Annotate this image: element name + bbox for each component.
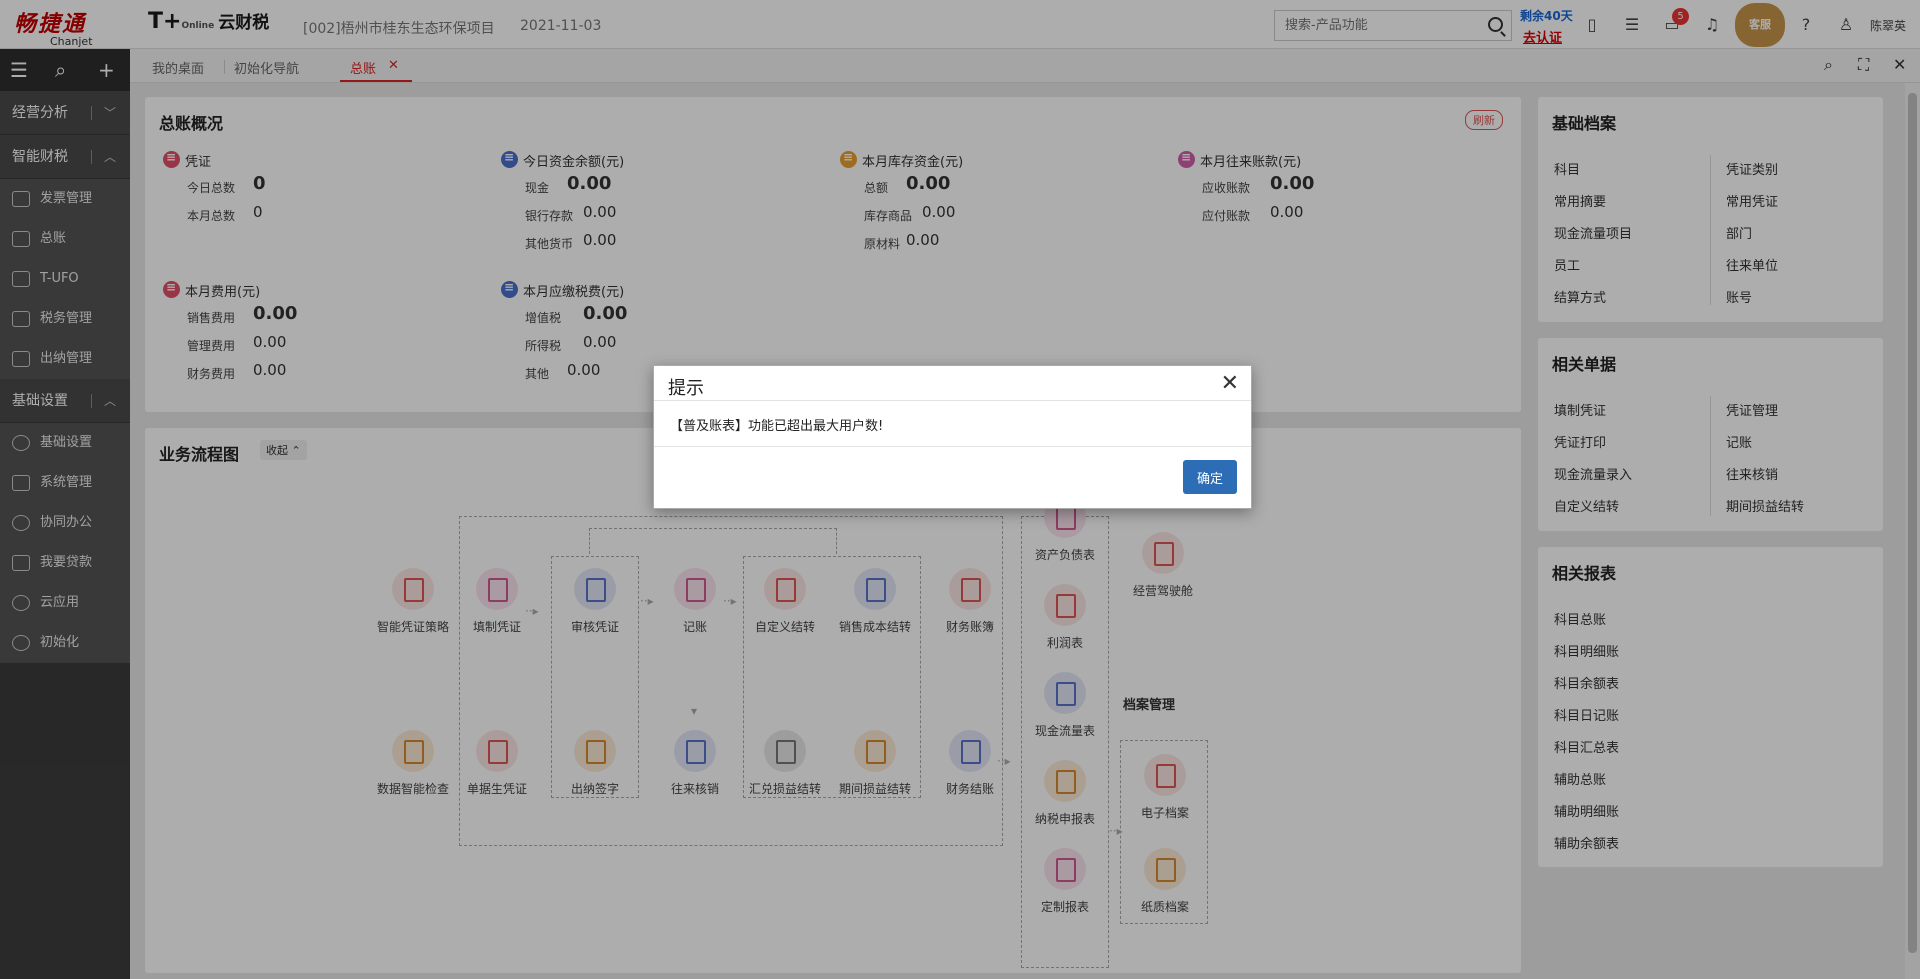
alert-dialog: 提示 ✕ 【普及账表】功能已超出最大用户数! 确定 (653, 365, 1252, 509)
dialog-close-icon[interactable]: ✕ (1221, 371, 1239, 396)
divider (654, 400, 1251, 401)
divider (654, 446, 1251, 447)
dialog-message: 【普及账表】功能已超出最大用户数! (670, 419, 884, 434)
ok-button[interactable]: 确定 (1183, 460, 1237, 494)
dialog-title: 提示 (668, 378, 704, 399)
